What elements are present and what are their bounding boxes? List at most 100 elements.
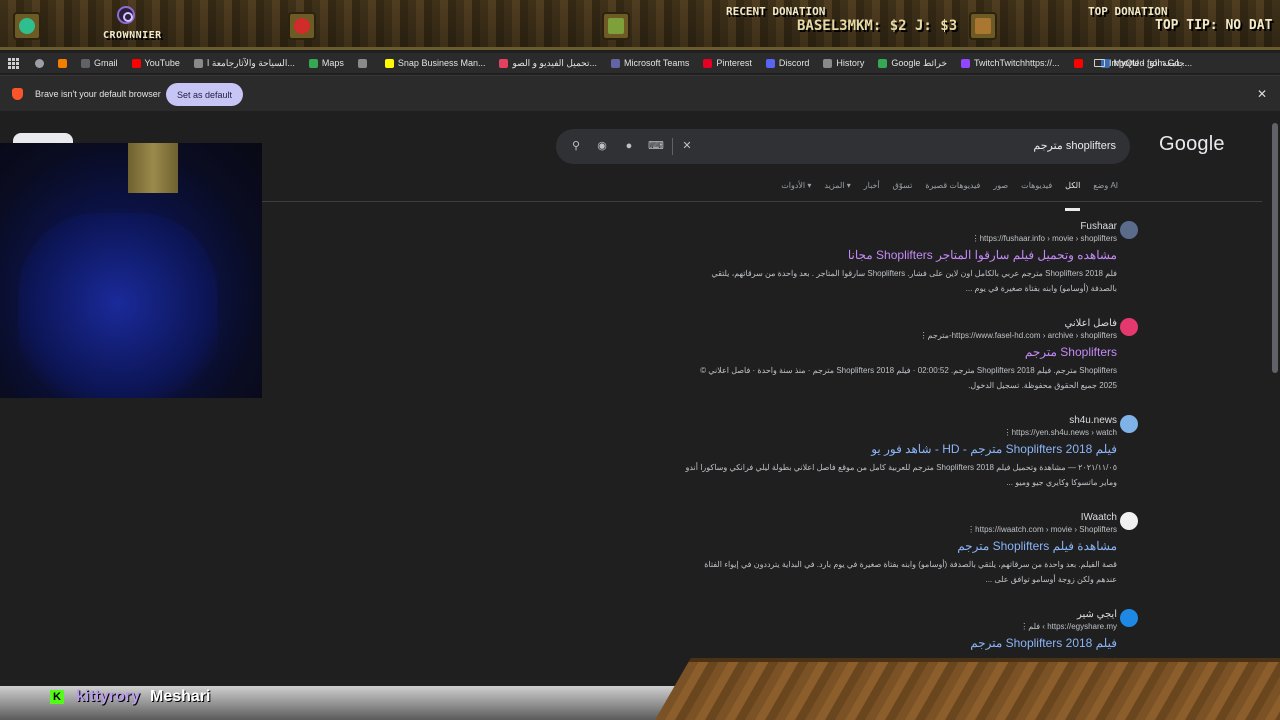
result-url[interactable]: https://yen.sh4u.news › watch⋮ bbox=[685, 428, 1117, 437]
close-icon[interactable]: ✕ bbox=[1257, 87, 1267, 101]
result-snippet: قصة الفيلم. بعد واحدة من سرقاتهم، يلتقي … bbox=[704, 560, 1117, 584]
keyboard-icon[interactable]: ⌨ bbox=[648, 139, 664, 153]
more-options-icon[interactable]: ⋮ bbox=[920, 331, 928, 340]
tab-item[interactable]: صور bbox=[993, 181, 1008, 195]
heart-icon bbox=[288, 12, 316, 40]
google-logo[interactable]: Google bbox=[1159, 133, 1225, 156]
bookmark-item[interactable]: Discord bbox=[759, 53, 817, 73]
tab-item[interactable]: أخبار bbox=[864, 181, 880, 195]
result-title-link[interactable]: مشاهدة فيلم Shoplifters مترجم bbox=[685, 539, 1117, 553]
result-snippet: Shoplifters مترجم. فيلم Shoplifters 2018… bbox=[700, 366, 1117, 390]
chat-message: Meshari bbox=[150, 688, 211, 705]
recent-donation-label: RECENT DONATION bbox=[726, 5, 826, 18]
recent-donations: BASEL3MKM: $2 J: $3 bbox=[797, 18, 958, 34]
lens-icon[interactable]: ◉ bbox=[595, 139, 609, 153]
more-options-icon[interactable]: ⋮ bbox=[967, 525, 975, 534]
bookmark-item[interactable]: السياحة والآثارجامعة ا... bbox=[187, 53, 302, 73]
folder-icon bbox=[1093, 59, 1105, 67]
bookmark-favicon-icon bbox=[765, 58, 775, 68]
search-result: فاصل اعلاني https://www.fasel-hd.com › ar… bbox=[685, 318, 1138, 393]
result-site-name[interactable]: ايجي شير bbox=[685, 609, 1117, 620]
tab-item[interactable]: فيديوهات قصيرة bbox=[925, 181, 980, 195]
bookmark-label: Gmail bbox=[94, 58, 118, 68]
bookmark-label: Maps bbox=[321, 58, 344, 68]
bookmark-label: Google خرائط bbox=[891, 57, 948, 68]
apps-grid-icon[interactable] bbox=[6, 56, 20, 70]
bookmark-favicon-icon bbox=[131, 58, 141, 68]
tab-item[interactable]: الأدوات ▾ bbox=[781, 181, 811, 195]
stream-screen: CROWNNIER RECENT DONATION BASEL3MKM: $2 … bbox=[0, 0, 1280, 720]
globe-icon bbox=[35, 58, 44, 68]
result-site-name[interactable]: IWaatch bbox=[685, 512, 1117, 523]
result-url-text: https://yen.sh4u.news › watch bbox=[1011, 428, 1117, 437]
site-favicon-icon bbox=[1120, 415, 1138, 433]
bookmark-item[interactable]: Pinterest bbox=[696, 53, 759, 73]
wood-decoration bbox=[655, 658, 1280, 720]
streamer-handle: CROWNNIER bbox=[103, 30, 162, 41]
mic-icon[interactable]: ● bbox=[622, 139, 636, 153]
result-url[interactable]: https://iwaatch.com › movie › Shoplifter… bbox=[685, 525, 1117, 534]
result-url[interactable]: https://egyshare.my › فلم⋮ bbox=[685, 622, 1117, 631]
result-site-name[interactable]: sh4u.news bbox=[685, 415, 1117, 426]
bookmark-item[interactable] bbox=[351, 53, 378, 73]
result-title-link[interactable]: Shoplifters مترجم bbox=[685, 345, 1117, 359]
scrollbar[interactable] bbox=[1272, 123, 1278, 373]
result-url-text: https://iwaatch.com › movie › Shoplifter… bbox=[975, 525, 1117, 534]
brave-lion-icon bbox=[12, 88, 23, 100]
bookmark-label: History bbox=[836, 58, 865, 68]
site-favicon-icon bbox=[1120, 512, 1138, 530]
result-title-link[interactable]: مشاهده وتحميل فيلم سارقوا المتاجر Shopli… bbox=[685, 248, 1117, 262]
result-url[interactable]: https://fushaar.info › movie › shoplifte… bbox=[685, 234, 1117, 243]
search-result: Fushaar https://fushaar.info › movie › sh… bbox=[685, 221, 1138, 296]
tab-item[interactable]: فيديوهات bbox=[1021, 181, 1052, 195]
bookmark-item[interactable]: Maps bbox=[302, 53, 351, 73]
search-box[interactable]: shoplifters مترجم ✕ ⌨ ● ◉ ⚲ bbox=[556, 129, 1130, 164]
result-site-name[interactable]: فاصل اعلاني bbox=[685, 318, 1118, 329]
bookmark-item[interactable]: History bbox=[816, 53, 871, 73]
search-result: IWaatch https://iwaatch.com › movie › Sho… bbox=[685, 512, 1138, 587]
site-favicon-icon bbox=[1120, 221, 1138, 239]
bookmark-label: تحميل الفيديو و الصو... bbox=[512, 57, 597, 68]
stream-overlay-top: CROWNNIER RECENT DONATION BASEL3MKM: $2 … bbox=[0, 0, 1280, 50]
bookmark-globe[interactable] bbox=[28, 53, 51, 73]
result-title-link[interactable]: فيلم Shoplifters 2018 مترجم bbox=[685, 636, 1117, 650]
tab-item[interactable]: الكل bbox=[1065, 181, 1081, 211]
bookmark-favicon-icon bbox=[610, 58, 620, 68]
search-input[interactable]: shoplifters مترجم bbox=[1033, 139, 1116, 152]
infobar-message: Brave isn't your default browser bbox=[35, 89, 161, 99]
tab-item[interactable]: المزيد ▾ bbox=[824, 181, 850, 195]
bookmark-favicon-icon bbox=[703, 58, 713, 68]
bookmark-item[interactable]: Microsoft Teams bbox=[604, 53, 696, 73]
bookmarks-bar: Gmail YouTube السياحة والآثارجامعة ا... Map… bbox=[0, 53, 1280, 73]
bookmark-item[interactable]: YouTube bbox=[125, 53, 187, 73]
bookmark-favicon-icon bbox=[384, 58, 394, 68]
bookmark-item[interactable]: تحميل الفيديو و الصو... bbox=[492, 53, 604, 73]
top-tip: TOP TIP: NO DAT bbox=[1155, 18, 1273, 33]
result-url[interactable]: https://www.fasel-hd.com › archive › sho… bbox=[685, 331, 1117, 340]
default-browser-infobar: Brave isn't your default browser Set as … bbox=[0, 75, 1280, 111]
result-url-text: https://fushaar.info › movie › shoplifte… bbox=[979, 234, 1117, 243]
more-options-icon[interactable]: ⋮ bbox=[972, 234, 980, 243]
bookmark-item[interactable]: Snap Business Man... bbox=[378, 53, 493, 73]
site-favicon-icon bbox=[1120, 609, 1138, 627]
top-donation-label: TOP DONATION bbox=[1088, 5, 1168, 18]
account-button[interactable] bbox=[13, 133, 73, 143]
bookmark-item[interactable]: TwitchTwitchhttps://... bbox=[954, 53, 1067, 73]
tab-item[interactable]: تسوّق bbox=[893, 181, 913, 195]
result-title-link[interactable]: فيلم Shoplifters 2018 مترجم - HD - شاهد … bbox=[685, 442, 1117, 456]
bookmark-blogger[interactable] bbox=[51, 53, 74, 73]
result-snippet: فلم Shoplifters 2018 مترجم عربي بالكامل … bbox=[711, 269, 1117, 293]
creeper-icon bbox=[602, 12, 630, 40]
more-options-icon[interactable]: ⋮ bbox=[1004, 428, 1012, 437]
bookmark-item[interactable]: Google خرائط bbox=[871, 53, 954, 73]
tab-item[interactable]: وضع AI bbox=[1093, 181, 1118, 195]
result-snippet: ٢٠٢١/١١/٠٥ — مشاهدة وتحميل فيلم Shoplift… bbox=[685, 463, 1117, 487]
bookmark-folder-imported[interactable]: Imported from Go... bbox=[1087, 53, 1194, 73]
bookmark-favicon-icon bbox=[1073, 58, 1083, 68]
set-default-button[interactable]: Set as default bbox=[166, 83, 244, 106]
bookmark-item[interactable]: Gmail bbox=[74, 53, 125, 73]
clear-icon[interactable]: ✕ bbox=[680, 139, 694, 153]
result-site-name[interactable]: Fushaar bbox=[685, 221, 1117, 232]
bookmark-label: Snap Business Man... bbox=[397, 58, 486, 68]
search-icon[interactable]: ⚲ bbox=[569, 139, 583, 153]
